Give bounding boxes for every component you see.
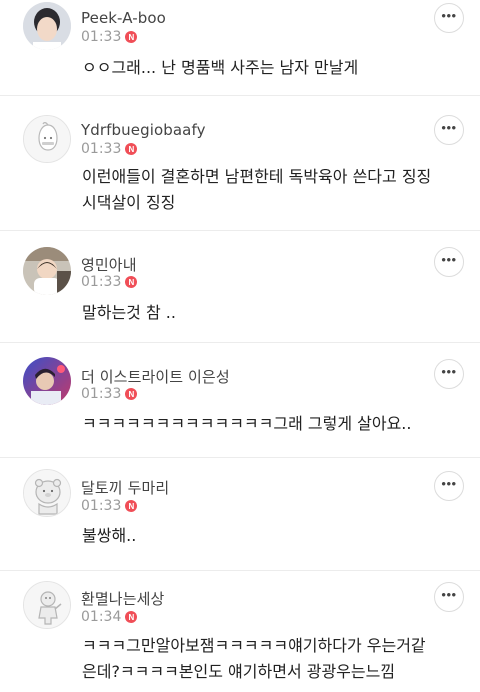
comment-nickname[interactable]: 달토끼 두마리 — [81, 477, 169, 498]
comment-nickname[interactable]: 영민아내 — [81, 254, 137, 275]
comment-meta: 01:33 N — [81, 386, 138, 402]
comment-text: ㅋㅋㅋㅋㅋㅋㅋㅋㅋㅋㅋㅋㅋ그래 그렇게 살아요.. — [82, 414, 412, 433]
comment-item: Peek-A-boo 01:33 N ••• ㅇㅇ그래... 난 명품백 사주는… — [0, 0, 480, 96]
baby-photo-icon — [23, 247, 71, 295]
comment-time: 01:33 — [81, 498, 122, 514]
concert-photo-icon — [23, 357, 71, 405]
more-horizontal-icon: ••• — [441, 587, 457, 602]
more-horizontal-icon: ••• — [441, 476, 457, 491]
comment-item: Ydrfbuegiobaafy 01:33 N ••• 이런애들이 결혼하면 남… — [0, 96, 480, 231]
comment-time: 01:33 — [81, 274, 122, 290]
avatar[interactable] — [23, 581, 71, 629]
comment-nickname[interactable]: 더 이스트라이트 이은성 — [81, 366, 230, 387]
more-options-button[interactable]: ••• — [434, 359, 464, 389]
comment-nickname[interactable]: Peek-A-boo — [81, 9, 166, 27]
comment-nickname[interactable]: Ydrfbuegiobaafy — [81, 121, 206, 139]
comment-meta: 01:33 N — [81, 29, 138, 45]
comment-nickname[interactable]: 환멸나는세상 — [81, 588, 164, 609]
comment-text: 이런애들이 결혼하면 남편한테 독박육아 쓴다고 징징 시댁살이 징징 — [82, 167, 432, 212]
more-horizontal-icon: ••• — [441, 252, 457, 267]
avatar[interactable] — [23, 115, 71, 163]
comment-meta: 01:34 N — [81, 609, 138, 625]
comment-text: ㅋㅋㅋ그만알아보잼ㅋㅋㅋㅋㅋ얘기하다가 우는거같 은데?ㅋㅋㅋㅋ본인도 얘기하면… — [82, 636, 426, 681]
new-badge: N — [125, 31, 138, 43]
comment-text: 말하는것 참 .. — [82, 303, 176, 322]
default-profile-icon — [24, 116, 70, 162]
new-badge: N — [125, 500, 138, 512]
new-badge: N — [125, 276, 138, 288]
more-horizontal-icon: ••• — [441, 364, 457, 379]
more-options-button[interactable]: ••• — [434, 582, 464, 612]
comment-meta: 01:33 N — [81, 141, 138, 157]
comment-text: 불쌍해.. — [82, 526, 137, 545]
new-badge: N — [125, 143, 138, 155]
avatar[interactable] — [23, 247, 71, 295]
more-options-button[interactable]: ••• — [434, 247, 464, 277]
more-horizontal-icon: ••• — [441, 120, 457, 135]
more-horizontal-icon: ••• — [441, 8, 457, 23]
comment-time: 01:33 — [81, 386, 122, 402]
comment-meta: 01:33 N — [81, 498, 138, 514]
comment-item: 환멸나는세상 01:34 N ••• ㅋㅋㅋ그만알아보잼ㅋㅋㅋㅋㅋ얘기하다가 우… — [0, 571, 480, 692]
more-options-button[interactable]: ••• — [434, 3, 464, 33]
comment-item: 달토끼 두마리 01:33 N ••• 불쌍해.. — [0, 458, 480, 571]
more-options-button[interactable]: ••• — [434, 115, 464, 145]
comment-item: 더 이스트라이트 이은성 01:33 N ••• ㅋㅋㅋㅋㅋㅋㅋㅋㅋㅋㅋㅋㅋ그래… — [0, 343, 480, 458]
avatar[interactable] — [23, 469, 71, 517]
more-options-button[interactable]: ••• — [434, 471, 464, 501]
new-badge: N — [125, 611, 138, 623]
comment-text: ㅇㅇ그래... 난 명품백 사주는 남자 만날게 — [82, 58, 359, 77]
character-profile-icon — [24, 582, 70, 628]
comment-item: 영민아내 01:33 N ••• 말하는것 참 .. — [0, 231, 480, 343]
new-badge: N — [125, 388, 138, 400]
comment-time: 01:34 — [81, 609, 122, 625]
comment-meta: 01:33 N — [81, 274, 138, 290]
comment-time: 01:33 — [81, 141, 122, 157]
user-photo-icon — [23, 2, 71, 50]
comment-time: 01:33 — [81, 29, 122, 45]
character-profile-icon — [24, 470, 70, 516]
avatar[interactable] — [23, 357, 71, 405]
avatar[interactable] — [23, 2, 71, 50]
comment-list: Peek-A-boo 01:33 N ••• ㅇㅇ그래... 난 명품백 사주는… — [0, 0, 480, 692]
